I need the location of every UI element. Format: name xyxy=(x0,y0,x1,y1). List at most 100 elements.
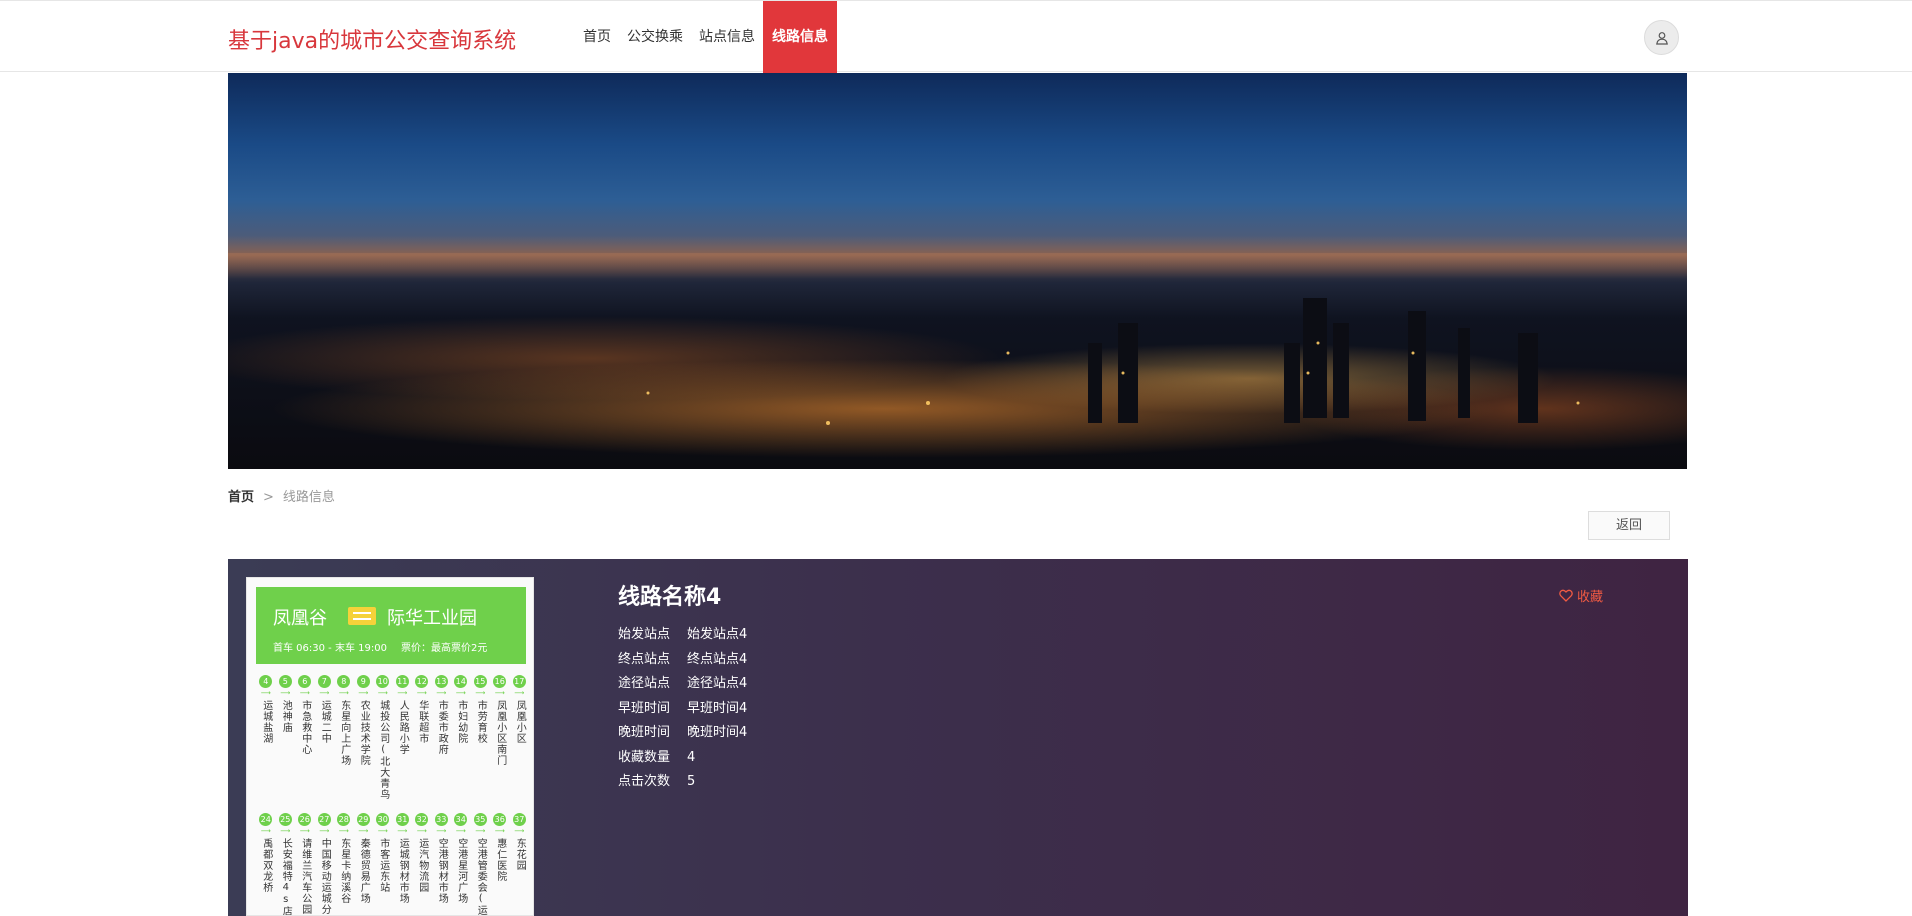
route-map-stop: 8 ⟶ 东星向上广场 xyxy=(334,675,354,800)
route-map-stop-arrow: ⟶ xyxy=(475,689,486,697)
route-map-stop-arrow: ⟶ xyxy=(455,827,466,835)
route-map-stop: 4 ⟶ 运城盐湖 xyxy=(256,675,276,800)
route-map-stop-name: 空港管委会(运 xyxy=(475,838,487,916)
route-map-stop-arrow: ⟶ xyxy=(494,827,505,835)
info-row-start-station: 始发站点 始发站点4 xyxy=(618,623,747,648)
route-map-stop-name: 中国移动运城分 xyxy=(319,838,331,915)
route-map-stop: 33 ⟶ 空港钢材市场 xyxy=(432,813,452,915)
route-map-stop-number: 7 xyxy=(317,675,331,688)
route-map-stop: 27 ⟶ 中国移动运城分 xyxy=(315,813,335,915)
route-map-stop-number: 9 xyxy=(356,675,370,688)
route-map-stop-name: 池神庙 xyxy=(280,700,292,733)
route-map-stop-number: 35 xyxy=(473,813,487,826)
route-map-stop-number: 33 xyxy=(434,813,448,826)
info-row-last-bus: 晚班时间 晚班时间4 xyxy=(618,721,747,746)
route-map-stop-arrow: ⟶ xyxy=(416,827,427,835)
route-map-stop: 15 ⟶ 市劳育校 xyxy=(471,675,491,800)
route-map-stop: 7 ⟶ 运城二中 xyxy=(315,675,335,800)
info-value: 终点站点4 xyxy=(687,651,748,667)
swap-arrows-icon xyxy=(348,607,376,625)
route-map-stop-name: 空港钢材市场 xyxy=(436,838,448,904)
route-map-stop: 35 ⟶ 空港管委会(运 xyxy=(471,813,491,916)
route-map-stop: 24 ⟶ 禹都双龙桥 xyxy=(256,813,276,915)
site-title[interactable]: 基于java的城市公交查询系统 xyxy=(228,23,516,55)
route-map-stop-name: 市客运东站 xyxy=(377,838,389,893)
info-label: 点击次数 xyxy=(618,774,671,789)
info-value: 5 xyxy=(687,774,696,789)
info-row-click-count: 点击次数 5 xyxy=(618,770,747,795)
route-map-stop: 30 ⟶ 市客运东站 xyxy=(373,813,393,915)
route-map-stop-arrow: ⟶ xyxy=(358,827,369,835)
route-map-stop-name: 凤凰小区南门 xyxy=(494,700,506,766)
route-map-stop-name: 空港星河广场 xyxy=(455,838,467,904)
route-map-stop-arrow: ⟶ xyxy=(377,827,388,835)
route-map-stop-arrow: ⟶ xyxy=(514,689,525,697)
route-map-stop-number: 13 xyxy=(434,675,448,688)
back-button[interactable]: 返回 xyxy=(1588,511,1670,540)
nav-item-transfer[interactable]: 公交换乘 xyxy=(619,1,691,73)
route-map-stop-number: 10 xyxy=(376,675,390,688)
route-map-stop-arrow: ⟶ xyxy=(299,689,310,697)
route-map-stop-number: 24 xyxy=(259,813,273,826)
route-map-stop-arrow: ⟶ xyxy=(494,689,505,697)
route-map-stop: 11 ⟶ 人民路小学 xyxy=(393,675,413,800)
route-map-stop-number: 4 xyxy=(259,675,273,688)
route-map-from: 凤凰谷 xyxy=(273,608,327,629)
route-map-image: 凤凰谷 际华工业园 首车 06:30 - 末车 19:00 票价：最高票价2元 4… xyxy=(246,577,534,916)
route-map-stop-arrow: ⟶ xyxy=(299,827,310,835)
route-map-stop-arrow: ⟶ xyxy=(377,689,388,697)
route-map-stop-arrow: ⟶ xyxy=(319,827,330,835)
favorite-button[interactable]: 收藏 xyxy=(1559,586,1603,605)
breadcrumb-home[interactable]: 首页 xyxy=(228,490,254,505)
heart-icon xyxy=(1559,589,1573,602)
banner-skyline xyxy=(646,298,1580,425)
route-map-stop: 13 ⟶ 市委市政府 xyxy=(432,675,452,800)
route-map-stop-name: 禹都双龙桥 xyxy=(260,838,272,893)
route-map-fare: 票价：最高票价2元 xyxy=(400,643,488,654)
nav-item-routes[interactable]: 线路信息 xyxy=(763,1,837,73)
route-map-stop-name: 请维兰汽车公园 xyxy=(299,838,311,915)
info-row-first-bus: 早班时间 早班时间4 xyxy=(618,697,747,722)
route-map-stop-arrow: ⟶ xyxy=(416,689,427,697)
route-map-stop-number: 15 xyxy=(473,675,487,688)
route-map-stops-row-1: 4 ⟶ 运城盐湖 5 ⟶ 池神庙 6 ⟶ 市急救中心 7 ⟶ 运城二中 8 ⟶ 东星向上广场 9 ⟶ 农业技术学院… xyxy=(256,675,532,800)
info-label: 收藏数量 xyxy=(618,749,671,765)
route-map-stop-number: 28 xyxy=(337,813,351,826)
route-map-stop: 32 ⟶ 运汽物流园 xyxy=(412,813,432,915)
route-map-stop: 25 ⟶ 长安福特4s店 xyxy=(276,813,296,915)
route-map-stop-number: 32 xyxy=(415,813,429,826)
route-map-stop: 29 ⟶ 秦德贸易广场 xyxy=(354,813,374,915)
route-map-stop-number: 14 xyxy=(454,675,468,688)
route-map-stop-name: 运汽物流园 xyxy=(416,838,428,893)
route-map-stop-arrow: ⟶ xyxy=(436,827,447,835)
info-value: 4 xyxy=(687,749,696,765)
info-row-via-stations: 途径站点 途径站点4 xyxy=(618,672,747,697)
nav-item-home[interactable]: 首页 xyxy=(575,1,619,73)
main-nav: 首页 公交换乘 站点信息 线路信息 xyxy=(575,1,837,73)
route-map-stop-number: 37 xyxy=(512,813,526,826)
route-map-stop: 10 ⟶ 城投公司(北大青鸟 xyxy=(373,675,393,800)
info-row-favorite-count: 收藏数量 4 xyxy=(618,746,747,771)
route-map-stop-arrow: ⟶ xyxy=(436,689,447,697)
route-map-stop-arrow: ⟶ xyxy=(260,689,271,697)
info-label: 早班时间 xyxy=(618,700,671,716)
route-map-stop: 9 ⟶ 农业技术学院 xyxy=(354,675,374,800)
route-map-stop-name: 市急救中心 xyxy=(299,700,311,755)
route-title: 线路名称4 xyxy=(618,585,722,610)
route-map-stop-number: 16 xyxy=(493,675,507,688)
route-map-stop-number: 34 xyxy=(454,813,468,826)
route-map-stop-number: 36 xyxy=(493,813,507,826)
route-map-stop-name: 市妇幼院 xyxy=(455,700,467,744)
route-map-stop-name: 华联超市 xyxy=(416,700,428,744)
route-map-stop-arrow: ⟶ xyxy=(280,689,291,697)
info-label: 终点站点 xyxy=(618,651,671,667)
route-map-to: 际华工业园 xyxy=(387,608,477,629)
route-map-stop-name: 城投公司(北大青鸟 xyxy=(377,700,389,800)
route-map-stop-arrow: ⟶ xyxy=(475,827,486,835)
route-map-stop-name: 运城钢材市场 xyxy=(397,838,409,904)
info-value: 晚班时间4 xyxy=(687,725,748,740)
nav-item-stations[interactable]: 站点信息 xyxy=(691,1,763,73)
user-avatar-button[interactable] xyxy=(1644,20,1679,55)
route-map-stop-arrow: ⟶ xyxy=(319,689,330,697)
route-map-stops-row-2: 24 ⟶ 禹都双龙桥 25 ⟶ 长安福特4s店 26 ⟶ 请维兰汽车公园 27 ⟶ 中国移动运城分 28… xyxy=(256,813,532,916)
